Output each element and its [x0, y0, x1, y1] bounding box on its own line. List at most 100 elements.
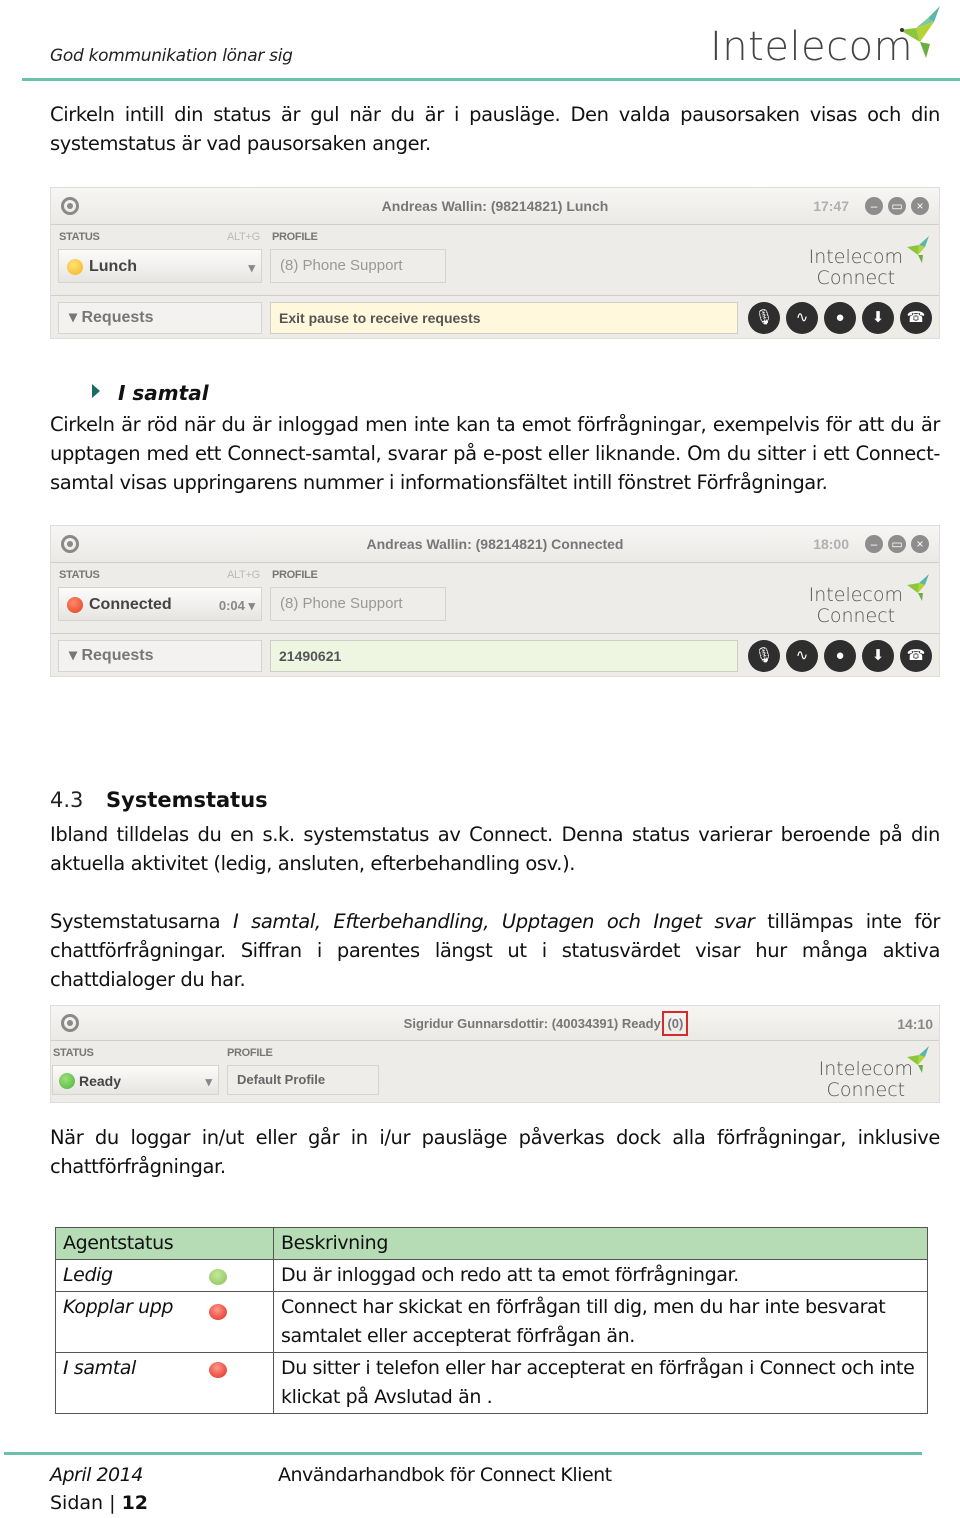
title-text: Sigridur Gunnarsdottir: (40034391) Ready	[403, 1016, 665, 1031]
shortcut-hint: ALT+G	[227, 231, 260, 243]
record-icon[interactable]: ●	[824, 640, 856, 672]
clock: 17:47	[813, 198, 849, 214]
minimize-icon[interactable]: –	[865, 535, 883, 553]
hangup-icon[interactable]: ☎	[900, 640, 932, 672]
window-title: Andreas Wallin: (98214821) Lunch	[381, 198, 609, 214]
title-bar: Andreas Wallin: (98214821) Lunch 17:47 –…	[51, 188, 939, 225]
requests-toggle[interactable]: ▾ Requests	[58, 640, 262, 672]
title-bar: Andreas Wallin: (98214821) Connected 18:…	[51, 526, 939, 563]
status-value: Lunch	[89, 258, 137, 275]
info-field: Exit pause to receive requests	[270, 302, 738, 334]
description-cell: Connect har skickat en förfrågan till di…	[273, 1291, 928, 1353]
waveform-icon[interactable]: ∿	[786, 302, 818, 334]
waveform-icon[interactable]: ∿	[786, 640, 818, 672]
table-header-row: Agentstatus Beskrivning	[55, 1227, 928, 1260]
restore-icon[interactable]: ▭	[888, 197, 906, 215]
close-icon[interactable]: ×	[911, 535, 929, 553]
status-cell: Ledig	[55, 1259, 274, 1292]
status-dot-icon	[59, 1073, 75, 1089]
minimize-icon[interactable]: –	[865, 197, 883, 215]
settings-gear-icon[interactable]	[61, 1014, 79, 1032]
red-status-dot-icon	[209, 1304, 227, 1320]
description-cell: Du sitter i telefon eller har accepterat…	[273, 1352, 928, 1414]
header-tagline: God kommunikation lönar sig	[50, 46, 293, 66]
status-dot-icon	[67, 597, 83, 613]
client-window-connected: Andreas Wallin: (98214821) Connected 18:…	[50, 525, 940, 677]
restore-icon[interactable]: ▭	[888, 535, 906, 553]
chevron-down-icon: ▾	[205, 1074, 212, 1089]
logo-line-2: Connect	[816, 267, 896, 289]
status-cell: I samtal	[55, 1352, 274, 1414]
footer-divider	[4, 1452, 922, 1455]
brand-logo-text: Intelecom	[710, 24, 914, 70]
logo-line-1: Intelecom	[818, 1058, 913, 1080]
call-duration: 0:04 ▾	[218, 598, 255, 613]
systemstatus-paragraph-1: Ibland tilldelas du en s.k. systemstatus…	[50, 823, 940, 875]
footer-date: April 2014	[50, 1464, 143, 1486]
mute-mic-icon[interactable]: 🎙	[748, 302, 780, 334]
status-label: STATUS	[59, 569, 100, 581]
status-dot-icon	[67, 259, 83, 275]
header-divider	[22, 78, 960, 81]
client-window-ready: Sigridur Gunnarsdottir: (40034391) Ready…	[50, 1005, 940, 1103]
page-prefix: Sidan |	[50, 1492, 122, 1514]
profile-field[interactable]: (8) Phone Support	[270, 249, 446, 283]
info-field: 21490621	[270, 640, 738, 672]
page-number-value: 12	[121, 1492, 149, 1514]
page-number: Sidan | 12	[50, 1492, 148, 1514]
status-dropdown[interactable]: Connected 0:04 ▾	[58, 587, 262, 621]
intro-paragraph: Cirkeln intill din status är gul när du …	[50, 103, 940, 155]
intelecom-connect-logo: Intelecom Connect	[809, 247, 903, 289]
record-icon[interactable]: ●	[824, 302, 856, 334]
header-cell: Beskrivning	[273, 1227, 928, 1260]
status-dropdown[interactable]: Lunch ▾	[58, 249, 262, 283]
status-name: I samtal	[63, 1357, 136, 1379]
transfer-down-icon[interactable]: ⬇	[862, 302, 894, 334]
italic-status-list: I samtal, Efterbehandling, Upptagen och …	[232, 910, 755, 933]
profile-label: PROFILE	[227, 1047, 273, 1059]
status-value: Connected	[89, 596, 172, 613]
chat-count: (0)	[662, 1011, 689, 1036]
section-title: Systemstatus	[106, 788, 268, 812]
clock: 14:10	[897, 1016, 933, 1032]
profile-field[interactable]: (8) Phone Support	[270, 587, 446, 621]
close-icon[interactable]: ×	[911, 197, 929, 215]
description-cell: Du är inloggad och redo att ta emot förf…	[273, 1259, 928, 1292]
logo-line-2: Connect	[816, 605, 896, 627]
systemstatus-paragraph-2: Systemstatusarna I samtal, Efterbehandli…	[50, 907, 940, 994]
bullet-arrow-icon	[92, 384, 100, 398]
table-row: Ledig Du är inloggad och redo att ta emo…	[55, 1259, 928, 1292]
table-row: Kopplar upp Connect har skickat en förfr…	[55, 1291, 928, 1353]
status-value: Ready	[79, 1073, 122, 1089]
bird-logo-icon	[900, 6, 940, 58]
title-bar: Sigridur Gunnarsdottir: (40034391) Ready…	[51, 1006, 939, 1041]
requests-toggle[interactable]: ▾ Requests	[58, 302, 262, 334]
bird-logo-icon	[907, 574, 929, 601]
status-name: Ledig	[63, 1264, 113, 1286]
status-cell: Kopplar upp	[55, 1291, 274, 1353]
text-run: Systemstatusarna	[50, 910, 233, 933]
profile-label: PROFILE	[272, 569, 318, 581]
logo-line-2: Connect	[826, 1079, 906, 1101]
logo-line-1: Intelecom	[808, 584, 903, 606]
profile-label: PROFILE	[272, 231, 318, 243]
status-name: Kopplar upp	[63, 1296, 174, 1318]
intelecom-connect-logo: Intelecom Connect	[809, 585, 903, 627]
header-cell: Agentstatus	[55, 1227, 274, 1260]
intelecom-connect-logo: Intelecom Connect	[819, 1059, 913, 1101]
status-dropdown[interactable]: Ready ▾	[52, 1065, 219, 1095]
clock: 18:00	[813, 536, 849, 552]
footer-title: Användarhandbok för Connect Klient	[278, 1464, 612, 1486]
hangup-icon[interactable]: ☎	[900, 302, 932, 334]
subsection-heading: I samtal	[118, 381, 209, 405]
mute-mic-icon[interactable]: 🎙	[748, 640, 780, 672]
status-label: STATUS	[53, 1047, 94, 1059]
green-status-dot-icon	[209, 1269, 227, 1285]
shortcut-hint: ALT+G	[227, 569, 260, 581]
client-window-lunch: Andreas Wallin: (98214821) Lunch 17:47 –…	[50, 187, 940, 339]
section-number: 4.3	[50, 788, 84, 812]
transfer-down-icon[interactable]: ⬇	[862, 640, 894, 672]
red-status-dot-icon	[209, 1362, 227, 1378]
profile-field[interactable]: Default Profile	[227, 1065, 379, 1095]
chevron-down-icon: ▾	[248, 260, 255, 275]
